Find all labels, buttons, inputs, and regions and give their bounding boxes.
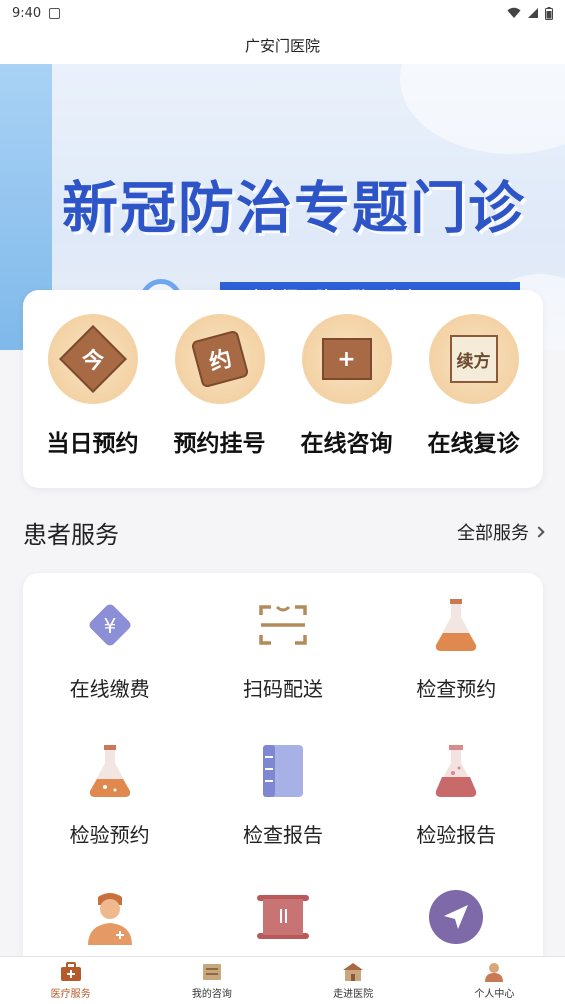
nav-my-consult[interactable]: 我的咨询 — [152, 961, 272, 1000]
status-time: 9:40 — [12, 5, 42, 21]
battery-icon — [545, 6, 553, 20]
quick-action-online-revisit[interactable]: 续方 在线复诊 — [413, 314, 535, 488]
lab-report-flask-icon — [426, 741, 486, 801]
quick-action-book-appointment[interactable]: 约 预约挂号 — [159, 314, 281, 488]
plaque-glyph: 续方 — [456, 351, 491, 372]
payment-yen-icon: ¥ — [80, 595, 140, 655]
nav-visit-hospital[interactable]: 走进医院 — [293, 961, 413, 1000]
page-title: 广安门医院 — [244, 36, 320, 55]
nav-personal-center[interactable]: 个人中心 — [434, 961, 554, 1000]
wifi-icon — [507, 7, 521, 18]
app-header: 广安门医院 — [0, 26, 565, 64]
medical-box-icon: + — [301, 314, 392, 404]
status-icons — [507, 6, 553, 20]
quick-action-label: 预约挂号 — [173, 431, 266, 457]
plaque-glyph: 今 — [81, 348, 104, 374]
nav-label: 走进医院 — [333, 989, 374, 1000]
service-label: 检验报告 — [416, 823, 497, 847]
patient-services-card: ¥ 在线缴费 扫码配送 检查预约 检验预约 检查报告 检验报告 — [23, 573, 543, 973]
signal-icon — [528, 8, 538, 18]
quick-action-label: 当日预约 — [46, 431, 139, 457]
service-lab-report[interactable]: 检验报告 — [370, 741, 543, 867]
quick-action-label: 在线复诊 — [427, 431, 520, 457]
plaque-glyph: + — [337, 346, 356, 372]
service-label: 检查报告 — [242, 823, 323, 847]
user-avatar-icon — [483, 961, 505, 983]
service-exam-appointment[interactable]: 检查预约 — [370, 595, 543, 721]
nav-medical-services[interactable]: 医疗服务 — [11, 961, 131, 1000]
svg-text:¥: ¥ — [103, 614, 116, 638]
service-label: 检查预约 — [416, 677, 497, 701]
all-services-label: 全部服务 — [457, 523, 529, 544]
navigation-icon — [426, 887, 486, 947]
today-plaque-icon: 今 — [47, 314, 138, 404]
doctor-icon — [80, 887, 140, 947]
service-exam-report[interactable]: 检查报告 — [196, 741, 369, 867]
scan-delivery-icon — [253, 595, 313, 655]
quick-action-label: 在线咨询 — [300, 431, 393, 457]
status-bar: 9:40 — [0, 0, 565, 26]
chevron-right-icon — [533, 526, 545, 538]
service-scan-delivery[interactable]: 扫码配送 — [196, 595, 369, 721]
quick-action-online-consult[interactable]: + 在线咨询 — [286, 314, 408, 488]
patient-services-header: 患者服务 全部服务 — [23, 510, 545, 554]
prescription-paper-icon: 续方 — [428, 314, 519, 404]
nav-label: 医疗服务 — [50, 989, 91, 1000]
nav-label: 个人中心 — [474, 989, 515, 1000]
medical-kit-icon — [60, 961, 82, 983]
banner-title: 新冠防治专题门诊 — [62, 176, 526, 242]
section-title: 患者服务 — [23, 520, 119, 549]
all-services-link[interactable]: 全部服务 — [457, 519, 545, 545]
service-label: 在线缴费 — [69, 677, 150, 701]
service-lab-appointment[interactable]: 检验预约 — [23, 741, 196, 867]
report-book-icon — [253, 741, 313, 801]
bottom-nav: 医疗服务 我的咨询 走进医院 个人中心 — [0, 956, 565, 1004]
consult-box-icon — [201, 961, 223, 983]
service-online-payment[interactable]: ¥ 在线缴费 — [23, 595, 196, 721]
scroll-icon — [253, 887, 313, 947]
service-label: 检验预约 — [69, 823, 150, 847]
exam-flask-icon — [426, 595, 486, 655]
service-label: 扫码配送 — [242, 677, 323, 701]
banner-decor-circle — [400, 64, 565, 154]
plaque-glyph: 约 — [206, 346, 235, 377]
lab-flask-icon — [80, 741, 140, 801]
nav-label: 我的咨询 — [191, 989, 232, 1000]
quick-action-today-appointment[interactable]: 今 当日预约 — [32, 314, 154, 488]
notification-a-icon — [49, 7, 61, 19]
appointment-tag-icon: 约 — [174, 314, 265, 404]
quick-actions-card: 今 当日预约 约 预约挂号 + 在线咨询 续方 在线复诊 — [23, 290, 543, 488]
hospital-building-icon — [342, 961, 364, 983]
